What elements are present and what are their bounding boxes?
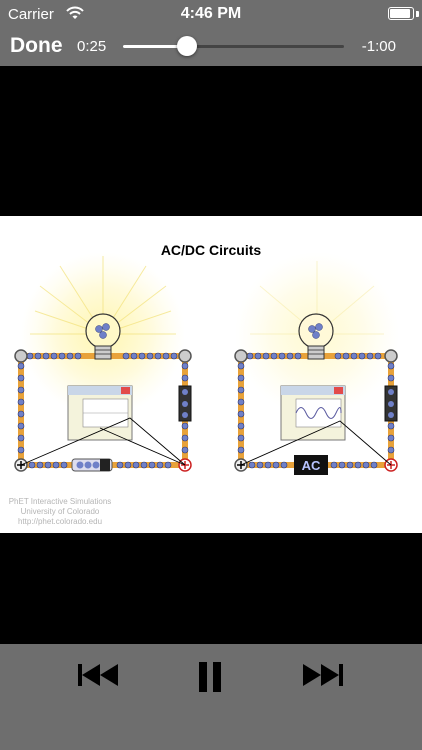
battery-tip xyxy=(416,11,419,17)
rewind-icon[interactable] xyxy=(78,662,122,688)
credit-line-3: http://phet.colorado.edu xyxy=(18,517,102,526)
ac-source-label: AC xyxy=(302,458,321,473)
playback-controls xyxy=(0,644,422,750)
scrubber-track[interactable] xyxy=(123,45,344,48)
scrubber-thumb[interactable] xyxy=(177,36,198,56)
player-toolbar: Done 0:25 -1:00 xyxy=(0,28,422,66)
remaining-time: -1:00 xyxy=(361,38,396,55)
credit-line-2: University of Colorado xyxy=(21,507,100,516)
battery-icon xyxy=(388,7,414,20)
done-button[interactable]: Done xyxy=(10,34,63,58)
fast-forward-icon[interactable] xyxy=(301,662,345,688)
video-title: AC/DC Circuits xyxy=(161,242,262,258)
elapsed-time: 0:25 xyxy=(77,38,107,55)
credit-line-1: PhET Interactive Simulations xyxy=(9,497,112,506)
circuit-panel-left xyxy=(14,252,192,472)
status-time: 4:46 PM xyxy=(180,5,242,22)
circuit-panel-right: AC xyxy=(234,252,399,475)
video-frame[interactable]: AC/DC Circuits AC PhET Interactive Simul… xyxy=(0,216,422,533)
battery-level xyxy=(390,9,410,18)
status-bar: Carrier 4:46 PM xyxy=(0,0,422,28)
pause-icon[interactable] xyxy=(197,662,223,694)
phet-credit: PhET Interactive Simulations University … xyxy=(9,497,112,526)
